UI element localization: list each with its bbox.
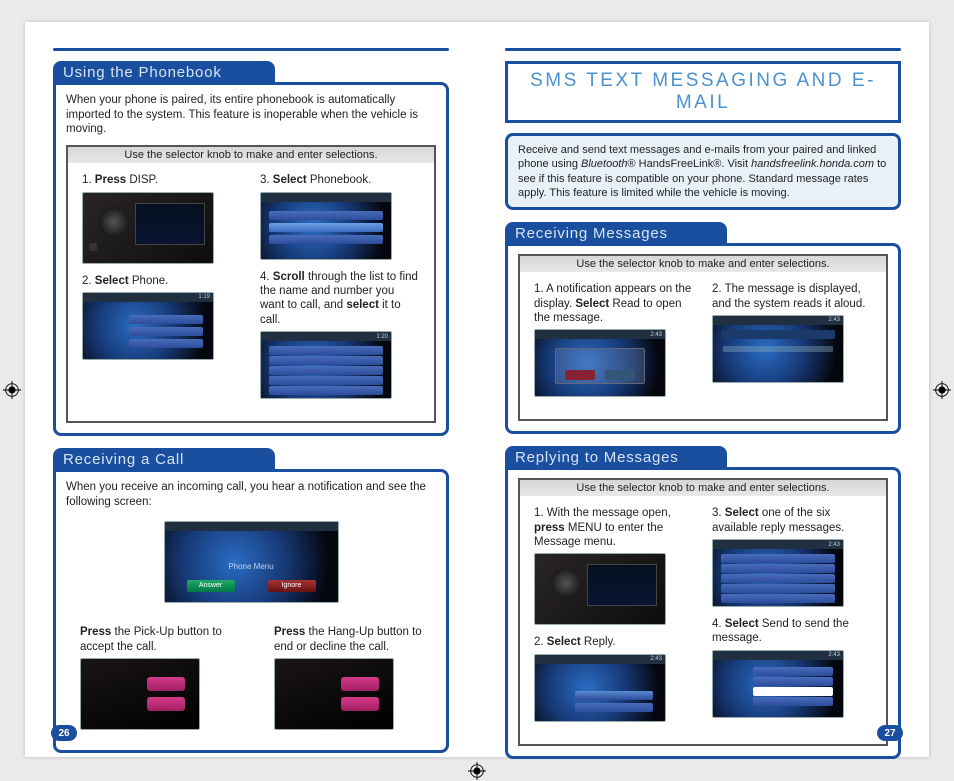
- reply-step-3: 3. Select one of the six available reply…: [712, 506, 872, 535]
- screenshot-incoming-call: Phone Menu Answer Ignore: [164, 521, 339, 603]
- page-title-box: SMS TEXT MESSAGING AND E-MAIL: [505, 61, 901, 123]
- instruction-bar: Use the selector knob to make and enter …: [66, 145, 436, 163]
- pickup-instruction: Press the Pick-Up button to accept the c…: [80, 625, 242, 654]
- registration-mark-icon: [467, 761, 487, 781]
- section-header-receive-call: Receiving a Call: [53, 448, 275, 470]
- screenshot-display: 2:43: [712, 650, 844, 718]
- screenshot-display: 2:43: [534, 654, 666, 722]
- registration-mark-icon: [932, 380, 952, 400]
- phonebook-intro: When your phone is paired, its entire ph…: [66, 93, 436, 137]
- section-body-receiving-msgs: Use the selector knob to make and enter …: [505, 243, 901, 434]
- instruction-bar: Use the selector knob to make and enter …: [518, 254, 888, 272]
- section-body-phonebook: When your phone is paired, its entire ph…: [53, 82, 449, 436]
- page-number-left: 26: [51, 725, 77, 741]
- step-1: 1. Press DISP.: [82, 173, 242, 187]
- replying-steps-box: 1. With the message open, press MENU to …: [518, 496, 888, 746]
- screenshot-pickup-button: [80, 658, 200, 730]
- screenshot-display: 1:19: [82, 292, 214, 360]
- screenshot-dash: [534, 553, 666, 625]
- reply-step-4: 4. Select Send to send the message.: [712, 617, 872, 646]
- screenshot-display: [260, 192, 392, 260]
- screenshot-display: 1:20: [260, 331, 392, 399]
- section-header-receiving-msgs: Receiving Messages: [505, 222, 727, 244]
- step-2: 2. Select Phone.: [82, 274, 242, 288]
- section-body-receive-call: When you receive an incoming call, you h…: [53, 469, 449, 753]
- section-header-replying: Replying to Messages: [505, 446, 727, 468]
- receive-call-intro: When you receive an incoming call, you h…: [66, 480, 436, 509]
- screenshot-hangup-button: [274, 658, 394, 730]
- screenshot-display: 2:43: [712, 315, 844, 383]
- reply-step-2: 2. Select Reply.: [534, 635, 694, 649]
- step-3: 3. Select Phonebook.: [260, 173, 420, 187]
- screenshot-display: 2:43: [534, 329, 666, 397]
- hangup-instruction: Press the Hang-Up button to end or decli…: [274, 625, 436, 654]
- section-header-phonebook: Using the Phonebook: [53, 61, 275, 83]
- section-body-replying: Use the selector knob to make and enter …: [505, 467, 901, 759]
- receiving-steps-box: 1. A notification appears on the display…: [518, 272, 888, 421]
- screenshot-dash: [82, 192, 214, 264]
- page-right: SMS TEXT MESSAGING AND E-MAIL Receive an…: [477, 22, 929, 757]
- instruction-bar: Use the selector knob to make and enter …: [518, 478, 888, 496]
- page-left: Using the Phonebook When your phone is p…: [25, 22, 477, 757]
- divider: [505, 48, 901, 51]
- reply-step-1: 1. With the message open, press MENU to …: [534, 506, 694, 549]
- registration-mark-icon: [2, 380, 22, 400]
- page-title: SMS TEXT MESSAGING AND E-MAIL: [530, 70, 876, 113]
- step-4: 4. Scroll through the list to find the n…: [260, 270, 420, 328]
- recv-step-1: 1. A notification appears on the display…: [534, 282, 694, 325]
- phonebook-steps-box: 1. Press DISP. 2. Select Phone. 1:19: [66, 163, 436, 423]
- feature-callout: Receive and send text messages and e-mai…: [505, 133, 901, 210]
- recv-step-2: 2. The message is displayed, and the sys…: [712, 282, 872, 311]
- page-number-right: 27: [877, 725, 903, 741]
- divider: [53, 48, 449, 51]
- screenshot-display: 2:43: [712, 539, 844, 607]
